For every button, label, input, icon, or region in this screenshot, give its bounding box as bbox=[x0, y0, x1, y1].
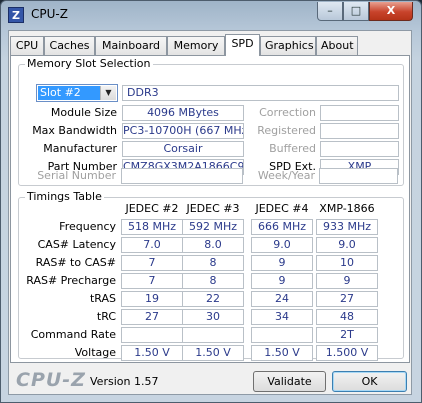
manufacturer-label: Manufacturer bbox=[43, 142, 117, 155]
serial-number-label: Serial Number bbox=[37, 169, 116, 182]
timings-cell: 9 bbox=[251, 273, 313, 289]
manufacturer-field: Corsair bbox=[122, 141, 244, 157]
week-year-field bbox=[319, 168, 398, 184]
timings-cell: 666 MHz bbox=[251, 219, 313, 235]
max-bandwidth-label: Max Bandwidth bbox=[32, 124, 117, 137]
timings-row-label: RAS# Precharge bbox=[26, 274, 116, 287]
timings-row-label: CAS# Latency bbox=[37, 238, 116, 251]
timings-cell: 1.50 V bbox=[251, 345, 313, 361]
maximize-button[interactable]: □ bbox=[343, 2, 369, 21]
timings-row-label: tRAS bbox=[89, 292, 116, 305]
registered-label: Registered bbox=[257, 124, 316, 137]
timings-cell: 19 bbox=[121, 291, 183, 307]
cpuz-logo: CPU-Z bbox=[16, 369, 86, 391]
timings-cell: 22 bbox=[182, 291, 244, 307]
minimize-button[interactable]: – bbox=[317, 2, 343, 21]
timings-cell: 24 bbox=[251, 291, 313, 307]
tab-spd[interactable]: SPD bbox=[225, 34, 260, 56]
timings-cell: 9 bbox=[316, 273, 378, 289]
timings-cell bbox=[251, 327, 313, 343]
timings-group-title: Timings Table bbox=[25, 190, 104, 203]
cpuz-app-icon: Z bbox=[8, 7, 24, 23]
timings-column-header: JEDEC #2 bbox=[125, 202, 179, 215]
timings-cell: 1.50 V bbox=[121, 345, 183, 361]
timings-cell: 30 bbox=[182, 309, 244, 325]
chevron-down-icon[interactable]: ▼ bbox=[100, 86, 116, 100]
tab-graphics[interactable]: Graphics bbox=[260, 36, 316, 55]
buffered-label: Buffered bbox=[269, 142, 316, 155]
slot-select[interactable]: Slot #2 ▼ bbox=[36, 84, 118, 102]
timings-cell: 10 bbox=[316, 255, 378, 271]
timings-cell: 8.0 bbox=[182, 237, 244, 253]
timings-column-header: JEDEC #3 bbox=[186, 202, 240, 215]
tab-caches[interactable]: Caches bbox=[44, 36, 95, 55]
timings-cell: 8 bbox=[182, 255, 244, 271]
timings-cell: 48 bbox=[316, 309, 378, 325]
timings-cell: 2T bbox=[316, 327, 378, 343]
timings-row-label: Frequency bbox=[59, 220, 116, 233]
timings-cell: 933 MHz bbox=[316, 219, 378, 235]
ok-button[interactable]: OK bbox=[332, 371, 407, 392]
timings-cell: 592 MHz bbox=[182, 219, 244, 235]
timings-cell: 9 bbox=[251, 255, 313, 271]
correction-label: Correction bbox=[259, 106, 316, 119]
memory-type-field: DDR3 bbox=[122, 85, 399, 101]
timings-column-header: XMP-1866 bbox=[319, 202, 375, 215]
slot-select-value: Slot #2 bbox=[38, 86, 102, 100]
module-size-field: 4096 MBytes bbox=[122, 105, 244, 121]
timings-cell: 518 MHz bbox=[121, 219, 183, 235]
validate-button[interactable]: Validate bbox=[253, 371, 326, 392]
close-button[interactable]: X bbox=[369, 2, 413, 21]
timings-cell: 7.0 bbox=[121, 237, 183, 253]
timings-cell: 1.50 V bbox=[182, 345, 244, 361]
max-bandwidth-field: PC3-10700H (667 MHz) bbox=[122, 123, 244, 139]
timings-cell: 7 bbox=[121, 273, 183, 289]
tab-about[interactable]: About bbox=[316, 36, 358, 55]
timings-cell: 1.500 V bbox=[316, 345, 378, 361]
registered-field bbox=[320, 123, 399, 139]
timings-cell bbox=[121, 327, 183, 343]
module-size-label: Module Size bbox=[50, 106, 117, 119]
timings-row-label: Command Rate bbox=[30, 328, 116, 341]
tab-memory[interactable]: Memory bbox=[167, 36, 225, 55]
week-year-label: Week/Year bbox=[257, 169, 315, 182]
timings-cell: 9.0 bbox=[251, 237, 313, 253]
timings-cell: 34 bbox=[251, 309, 313, 325]
spd-panel: Memory Slot Selection Slot #2 ▼ DDR3 Mod… bbox=[10, 55, 410, 363]
title-bar[interactable]: Z CPU-Z – □ X bbox=[1, 1, 421, 28]
correction-field bbox=[320, 105, 399, 121]
timings-cell bbox=[182, 327, 244, 343]
timings-column-header: JEDEC #4 bbox=[255, 202, 309, 215]
timings-row-label: tRC bbox=[96, 310, 116, 323]
buffered-field bbox=[320, 141, 399, 157]
serial-number-field bbox=[121, 168, 243, 184]
memory-slot-group-title: Memory Slot Selection bbox=[25, 57, 153, 70]
tab-cpu[interactable]: CPU bbox=[10, 36, 44, 55]
timings-cell: 27 bbox=[316, 291, 378, 307]
timings-cell: 8 bbox=[182, 273, 244, 289]
timings-row-label: RAS# to CAS# bbox=[35, 256, 116, 269]
version-text: Version 1.57 bbox=[90, 375, 159, 388]
timings-cell: 9.0 bbox=[316, 237, 378, 253]
tab-mainboard[interactable]: Mainboard bbox=[95, 36, 167, 55]
timings-row-label: Voltage bbox=[74, 346, 116, 359]
timings-cell: 7 bbox=[121, 255, 183, 271]
timings-cell: 27 bbox=[121, 309, 183, 325]
window-title: CPU-Z bbox=[31, 7, 68, 21]
